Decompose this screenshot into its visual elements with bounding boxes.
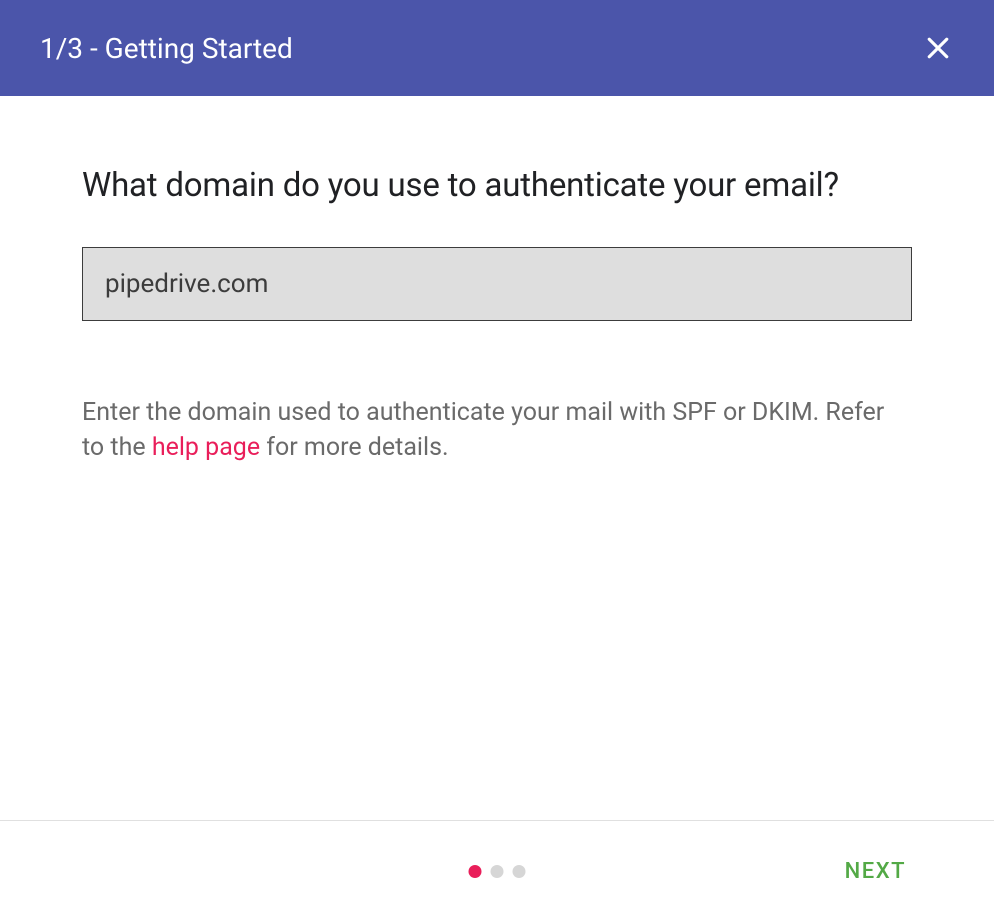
description-text: Enter the domain used to authenticate yo…: [82, 395, 912, 465]
step-dot-2: [491, 865, 504, 878]
wizard-footer: NEXT: [0, 820, 994, 922]
step-indicator: [469, 865, 526, 878]
question-heading: What domain do you use to authenticate y…: [82, 166, 912, 205]
description-post: for more details.: [260, 433, 449, 462]
help-page-link[interactable]: help page: [152, 433, 260, 462]
wizard-header: 1/3 - Getting Started: [0, 0, 994, 96]
step-dot-3: [513, 865, 526, 878]
close-icon: [923, 33, 953, 63]
next-button[interactable]: NEXT: [845, 859, 906, 884]
close-button[interactable]: [918, 28, 958, 68]
wizard-content: What domain do you use to authenticate y…: [0, 96, 994, 820]
domain-input[interactable]: [82, 247, 912, 321]
header-title: 1/3 - Getting Started: [40, 32, 293, 65]
step-dot-1: [469, 865, 482, 878]
